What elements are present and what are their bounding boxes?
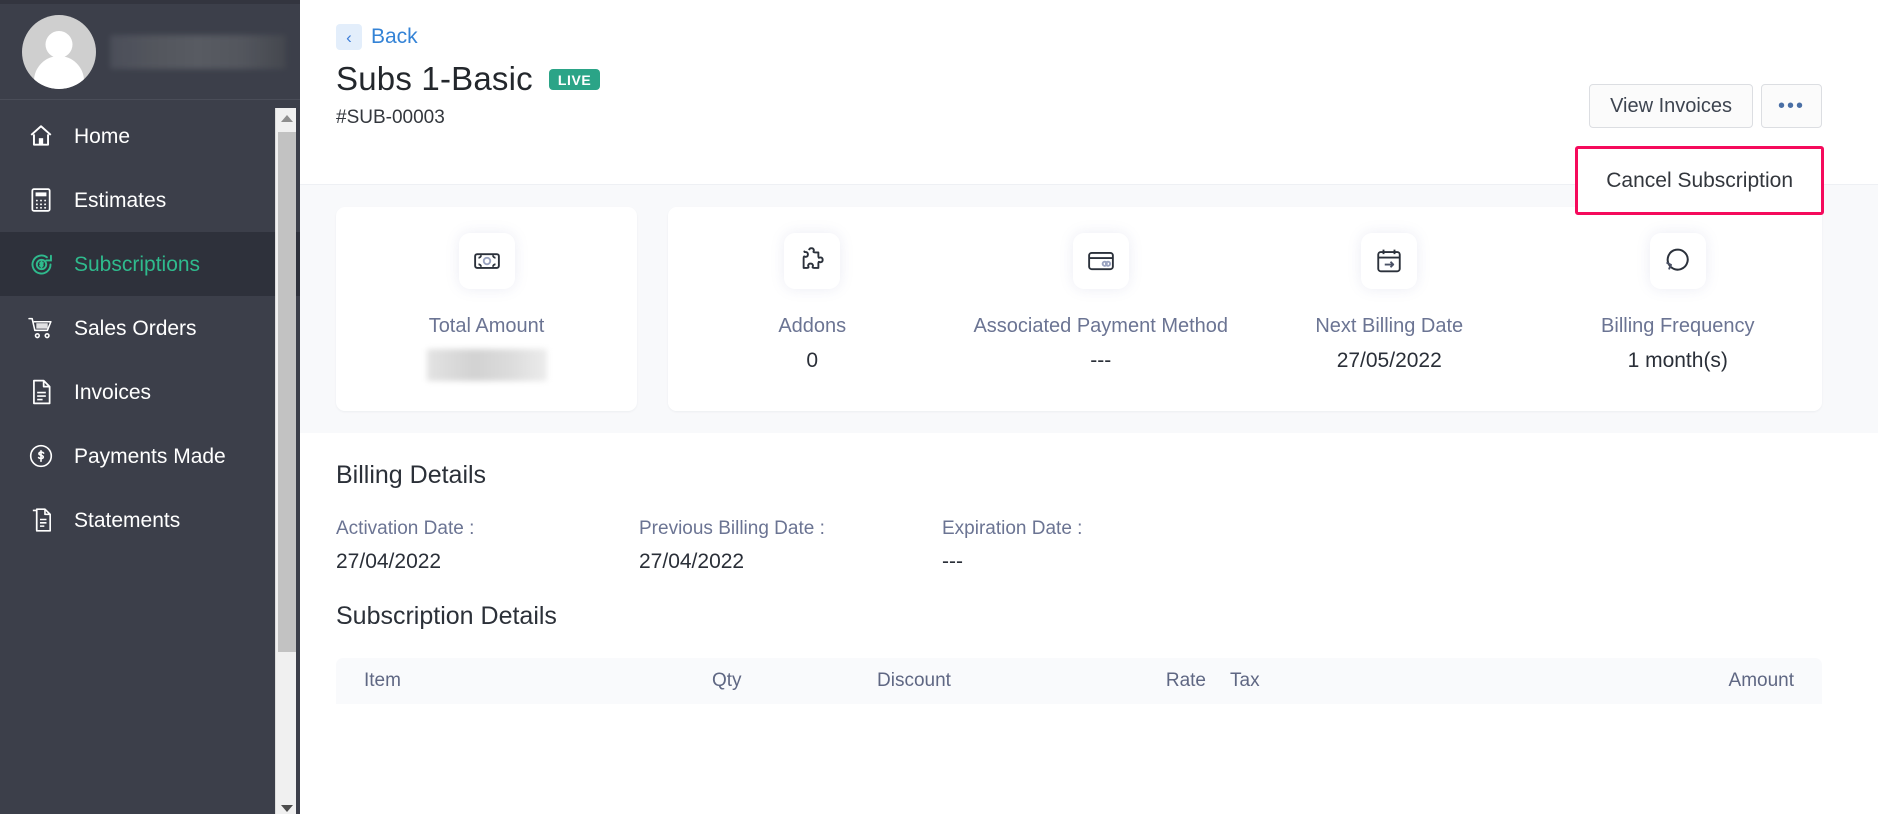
summary-card-label: Addons (778, 315, 847, 337)
dollar-circle-icon (26, 441, 56, 471)
column-header-item: Item (364, 670, 401, 691)
sidebar-item-estimates[interactable]: Estimates (0, 168, 300, 232)
shopping-cart-icon (26, 313, 56, 343)
subscription-refresh-dollar-icon (26, 249, 56, 279)
subscription-details-title: Subscription Details (336, 602, 557, 630)
calculator-icon (26, 185, 56, 215)
summary-card-payment-method: Associated Payment Method --- (956, 207, 1245, 411)
puzzle-piece-icon (784, 233, 841, 289)
sidebar-scrollbar[interactable] (275, 108, 296, 814)
main-content: ‹ Back Subs 1-Basic LIVE #SUB-00003 View… (300, 0, 1878, 814)
scroll-down-arrow-icon[interactable] (276, 798, 297, 814)
field-label: Activation Date : (336, 518, 475, 539)
ellipsis-horizontal-icon[interactable]: ••• (1760, 84, 1822, 128)
sidebar-nav: Home Estimates Subscriptions Sales Order… (0, 100, 300, 552)
more-actions-dropdown: Cancel Subscription (1578, 149, 1821, 213)
page-title: Subs 1-Basic (336, 60, 533, 97)
summary-card-value-redacted (426, 349, 547, 381)
document-lines-icon (26, 377, 56, 407)
statement-document-icon (26, 505, 56, 535)
sidebar-item-label: Statements (74, 508, 181, 532)
summary-cards-band: Total Amount Addons 0 Associated Payment… (300, 184, 1878, 433)
scroll-up-arrow-icon[interactable] (276, 108, 297, 128)
billing-details-title: Billing Details (336, 461, 487, 489)
page-header: ‹ Back Subs 1-Basic LIVE #SUB-00003 View… (300, 0, 1878, 216)
sidebar-item-payments-made[interactable]: Payments Made (0, 424, 300, 488)
sidebar-item-label: Subscriptions (74, 252, 201, 276)
status-badge: LIVE (548, 68, 601, 90)
home-icon (26, 121, 56, 151)
billing-field-activation-date: Activation Date : 27/04/2022 (336, 518, 639, 574)
summary-card-value: 27/05/2022 (1336, 349, 1442, 372)
column-header-tax: Tax (1230, 670, 1260, 691)
sidebar-item-home[interactable]: Home (0, 104, 300, 168)
column-header-rate: Rate (1165, 670, 1206, 691)
column-header-discount: Discount (877, 670, 951, 691)
column-header-qty: Qty (712, 670, 742, 691)
profile-name-redacted (110, 34, 286, 69)
billing-details-section: Billing Details Activation Date : 27/04/… (300, 433, 1878, 704)
sidebar-profile[interactable] (0, 4, 300, 100)
field-value: 27/04/2022 (639, 550, 745, 573)
field-label: Previous Billing Date : (639, 518, 825, 539)
summary-card-total-amount: Total Amount (336, 207, 637, 411)
credit-card-icon (1072, 233, 1129, 289)
refresh-circle-icon (1649, 233, 1706, 289)
field-value: --- (942, 550, 963, 573)
header-actions: View Invoices ••• (1589, 84, 1822, 128)
back-button[interactable]: ‹ Back (336, 24, 418, 50)
scrollbar-thumb[interactable] (278, 132, 296, 652)
sidebar-item-subscriptions[interactable]: Subscriptions (0, 232, 300, 296)
sidebar: Home Estimates Subscriptions Sales Order… (0, 0, 300, 814)
user-avatar-icon (22, 14, 96, 89)
summary-card-value: 0 (806, 349, 819, 372)
banknote-icon (458, 233, 515, 289)
summary-card-label: Associated Payment Method (973, 315, 1229, 337)
sidebar-item-sales-orders[interactable]: Sales Orders (0, 296, 300, 360)
sidebar-item-invoices[interactable]: Invoices (0, 360, 300, 424)
summary-card-label: Next Billing Date (1315, 315, 1464, 337)
billing-details-grid: Activation Date : 27/04/2022 Previous Bi… (336, 490, 1822, 574)
billing-field-expiration-date: Expiration Date : --- (942, 518, 1245, 574)
subscription-details-table-header: Item Qty Discount Rate Tax Amount (336, 658, 1822, 704)
chevron-left-icon: ‹ (336, 24, 362, 50)
billing-field-previous-billing-date: Previous Billing Date : 27/04/2022 (639, 518, 942, 574)
summary-card-value: --- (1090, 349, 1112, 372)
field-label: Expiration Date : (942, 518, 1083, 539)
summary-card-label: Total Amount (428, 315, 545, 337)
summary-cards-group: Addons 0 Associated Payment Method --- N… (668, 207, 1822, 411)
calendar-arrow-icon (1361, 233, 1418, 289)
sidebar-item-statements[interactable]: Statements (0, 488, 300, 552)
view-invoices-button[interactable]: View Invoices (1589, 84, 1753, 128)
summary-card-billing-frequency: Billing Frequency 1 month(s) (1533, 207, 1822, 411)
summary-card-value: 1 month(s) (1627, 349, 1728, 372)
sidebar-item-label: Home (74, 124, 131, 148)
summary-card-next-billing-date: Next Billing Date 27/05/2022 (1245, 207, 1534, 411)
cancel-subscription-menu-item[interactable]: Cancel Subscription (1578, 167, 1821, 194)
more-actions-dropdown-highlight: Cancel Subscription (1575, 146, 1824, 216)
sidebar-item-label: Estimates (74, 188, 167, 212)
summary-card-addons: Addons 0 (668, 207, 957, 411)
app-root: Home Estimates Subscriptions Sales Order… (0, 0, 1878, 814)
summary-card-label: Billing Frequency (1601, 315, 1755, 337)
sidebar-item-label: Invoices (74, 380, 152, 404)
field-value: 27/04/2022 (336, 550, 442, 573)
sidebar-item-label: Payments Made (74, 444, 226, 468)
sidebar-item-label: Sales Orders (74, 316, 197, 340)
back-label: Back (371, 25, 418, 48)
column-header-amount: Amount (1728, 670, 1794, 691)
